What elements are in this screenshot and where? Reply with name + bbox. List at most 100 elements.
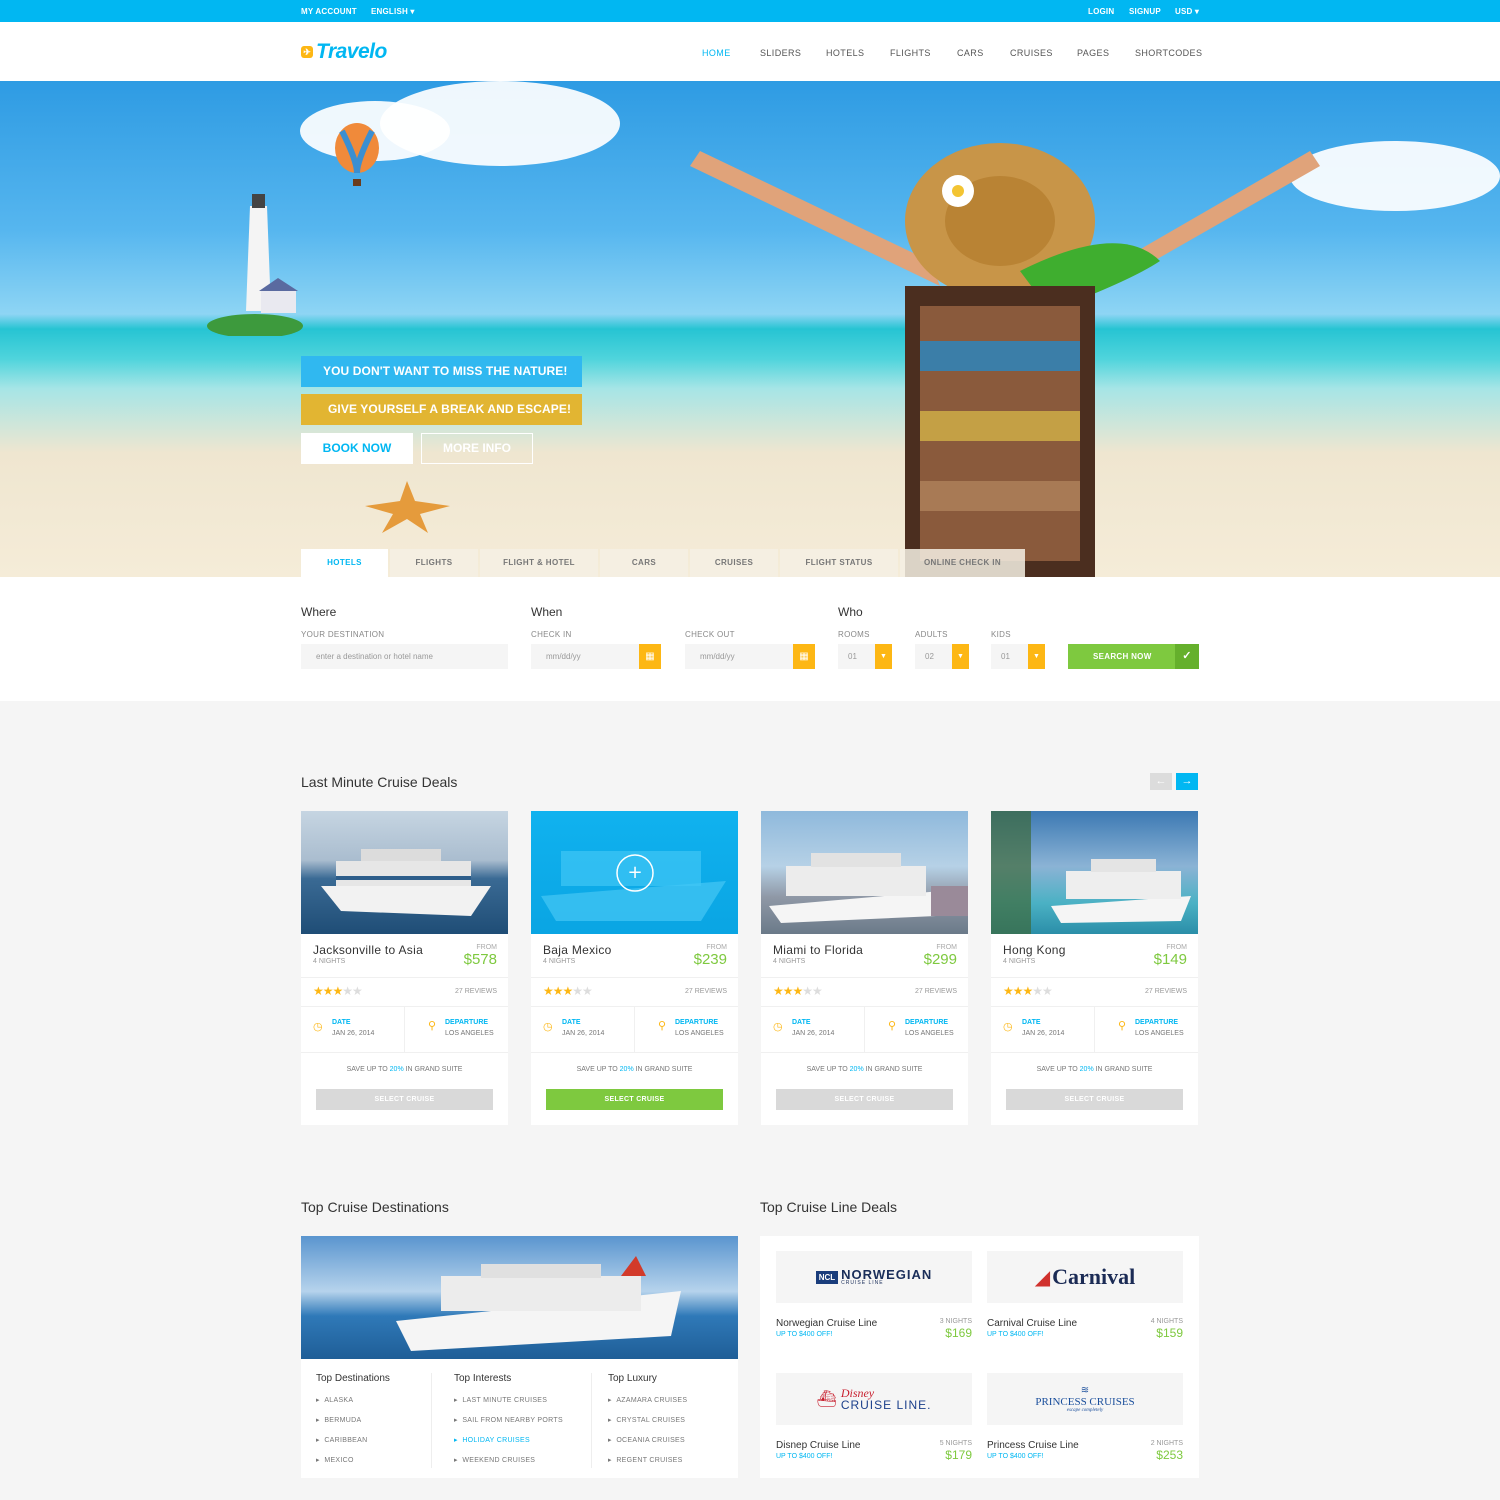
- cruise-price: $149: [1153, 951, 1187, 968]
- star-rating: ★★★★★: [773, 984, 823, 998]
- chevron-down-icon[interactable]: ▼: [952, 644, 969, 669]
- tab-flights[interactable]: FLIGHTS: [390, 549, 478, 577]
- cruise-card: Miami to Florida 4 NIGHTS FROM $299 ★★★★…: [761, 811, 968, 1125]
- signup-link[interactable]: SIGNUP: [1129, 7, 1161, 16]
- login-link[interactable]: LOGIN: [1088, 7, 1114, 16]
- interest-link[interactable]: ▸ SAIL FROM NEARBY PORTS: [454, 1416, 563, 1424]
- calendar-icon[interactable]: ▦: [639, 644, 661, 669]
- rooms-label: ROOMS: [838, 630, 870, 639]
- chevron-down-icon[interactable]: ▼: [1028, 644, 1045, 669]
- nav-flights[interactable]: FLIGHTS: [890, 48, 931, 58]
- check-out-input[interactable]: mm/dd/yy: [685, 644, 793, 669]
- carnival-funnel-icon: ◢: [1034, 1266, 1051, 1289]
- destination-link[interactable]: ▸ CARIBBEAN: [316, 1436, 367, 1444]
- destination-link[interactable]: ▸ MEXICO: [316, 1456, 354, 1464]
- nav-shortcodes[interactable]: SHORTCODES: [1135, 48, 1202, 58]
- review-count[interactable]: 27 REVIEWS: [685, 988, 727, 995]
- review-count[interactable]: 27 REVIEWS: [1145, 988, 1187, 995]
- tab-flight-status[interactable]: FLIGHT STATUS: [780, 549, 898, 577]
- nav-cars[interactable]: CARS: [957, 48, 984, 58]
- top-bar: MY ACCOUNT ENGLISH ▾ LOGIN SIGNUP USD ▾: [0, 0, 1500, 22]
- cruise-nights: 4 NIGHTS: [543, 958, 576, 965]
- link-label: LAST MINUTE CRUISES: [462, 1397, 548, 1404]
- site-logo[interactable]: ✈ Travelo: [301, 40, 387, 64]
- nav-pages[interactable]: PAGES: [1077, 48, 1109, 58]
- plane-icon: ✈: [301, 46, 313, 58]
- next-arrow-icon[interactable]: →: [1176, 773, 1198, 790]
- select-cruise-button[interactable]: SELECT CRUISE: [776, 1089, 953, 1110]
- kids-select[interactable]: 01: [991, 644, 1028, 669]
- svg-text:+: +: [627, 862, 642, 883]
- cruise-line-nights: 4 NIGHTS: [1150, 1318, 1183, 1325]
- tab-online-check-in[interactable]: ONLINE CHECK IN: [900, 549, 1025, 577]
- my-account-link[interactable]: MY ACCOUNT: [301, 7, 357, 16]
- cruise-price: $299: [923, 951, 957, 968]
- departure-value: LOS ANGELES: [675, 1030, 724, 1037]
- princess-logo[interactable]: ≋ PRINCESS CRUISES escape completely: [987, 1373, 1183, 1425]
- link-label: SAIL FROM NEARBY PORTS: [462, 1417, 563, 1424]
- carnival-logo[interactable]: ◢ Carnival: [987, 1251, 1183, 1303]
- more-info-button[interactable]: MORE INFO: [421, 433, 533, 464]
- clock-icon: ◷: [1003, 1021, 1013, 1033]
- prev-arrow-icon[interactable]: ←: [1150, 773, 1172, 790]
- luxury-link[interactable]: ▸ CRYSTAL CRUISES: [608, 1416, 685, 1424]
- ship-icon: ⛴: [816, 1391, 837, 1408]
- chevron-down-icon[interactable]: ▼: [875, 644, 892, 669]
- divider: [1094, 1007, 1095, 1052]
- review-count[interactable]: 27 REVIEWS: [915, 988, 957, 995]
- book-now-button[interactable]: BOOK NOW: [301, 433, 413, 464]
- location-pin-icon: ⚲: [1118, 1020, 1127, 1032]
- disney-logo[interactable]: ⛴ Disney CRUISE LINE.: [776, 1373, 972, 1425]
- luxury-link[interactable]: ▸ REGENT CRUISES: [608, 1456, 683, 1464]
- tab-hotels[interactable]: HOTELS: [301, 549, 388, 577]
- language-selector[interactable]: ENGLISH ▾: [371, 7, 415, 16]
- check-in-input[interactable]: mm/dd/yy: [531, 644, 639, 669]
- destination-input[interactable]: enter a destination or hotel name: [301, 644, 508, 669]
- tab-cars[interactable]: CARS: [600, 549, 688, 577]
- cruise-ship-banner-image[interactable]: [301, 1236, 738, 1359]
- luxury-link[interactable]: ▸ AZAMARA CRUISES: [608, 1396, 687, 1404]
- price-from-label: FROM: [936, 944, 957, 951]
- save-offer-text: SAVE UP TO 20% IN GRAND SUITE: [531, 1066, 738, 1073]
- divider: [991, 977, 1198, 978]
- select-cruise-button[interactable]: SELECT CRUISE: [316, 1089, 493, 1110]
- cruise-nights: 4 NIGHTS: [773, 958, 806, 965]
- star-icon: ★★★: [773, 984, 803, 998]
- adults-select[interactable]: 02: [915, 644, 952, 669]
- interest-link[interactable]: ▸ HOLIDAY CRUISES: [454, 1436, 530, 1444]
- rooms-select[interactable]: 01: [838, 644, 875, 669]
- link-label: CARIBBEAN: [324, 1437, 368, 1444]
- price-from-label: FROM: [706, 944, 727, 951]
- calendar-icon[interactable]: ▦: [793, 644, 815, 669]
- cruise-price: $578: [463, 951, 497, 968]
- nav-sliders[interactable]: SLIDERS: [760, 48, 801, 58]
- search-now-button[interactable]: SEARCH NOW ✓: [1068, 644, 1199, 669]
- destination-link[interactable]: ▸ BERMUDA: [316, 1416, 361, 1424]
- nav-home[interactable]: HOME: [702, 48, 731, 58]
- tab-cruises[interactable]: CRUISES: [690, 549, 778, 577]
- cruise-ship-image[interactable]: +: [531, 811, 738, 934]
- column-heading: Top Interests: [454, 1373, 512, 1384]
- select-cruise-button[interactable]: SELECT CRUISE: [1006, 1089, 1183, 1110]
- wave-icon: ≋: [1080, 1384, 1090, 1396]
- cruise-card: Hong Kong 4 NIGHTS FROM $149 ★★★★★ 27 RE…: [991, 811, 1198, 1125]
- cruise-ship-image[interactable]: [991, 811, 1198, 934]
- norwegian-logo[interactable]: NCL NORWEGIAN CRUISE LINE: [776, 1251, 972, 1303]
- interest-link[interactable]: ▸ LAST MINUTE CRUISES: [454, 1396, 547, 1404]
- cruise-ship-image[interactable]: [301, 811, 508, 934]
- luxury-link[interactable]: ▸ OCEANIA CRUISES: [608, 1436, 685, 1444]
- nav-cruises[interactable]: CRUISES: [1010, 48, 1053, 58]
- nav-hotels[interactable]: HOTELS: [826, 48, 864, 58]
- cruise-line-name: Norwegian Cruise Line: [776, 1318, 878, 1329]
- save-percent: 20%: [619, 1066, 634, 1073]
- divider: [761, 977, 968, 978]
- currency-selector[interactable]: USD ▾: [1175, 7, 1199, 16]
- tab-flight-hotel[interactable]: FLIGHT & HOTEL: [480, 549, 598, 577]
- cruise-ship-image[interactable]: [761, 811, 968, 934]
- select-cruise-button[interactable]: SELECT CRUISE: [546, 1089, 723, 1110]
- cruise-line-price: $169: [945, 1326, 972, 1340]
- destination-link[interactable]: ▸ ALASKA: [316, 1396, 353, 1404]
- interest-link[interactable]: ▸ WEEKEND CRUISES: [454, 1456, 535, 1464]
- cruise-line-nights: 3 NIGHTS: [939, 1318, 972, 1325]
- review-count[interactable]: 27 REVIEWS: [455, 988, 497, 995]
